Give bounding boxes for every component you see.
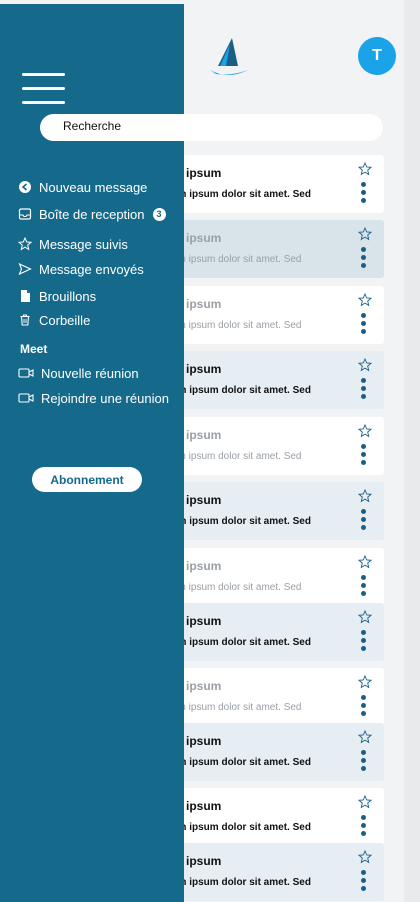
menu-item-trash[interactable]: Corbeille bbox=[18, 310, 90, 330]
mail-row[interactable]: m ipsum em ipsum dolor sit amet. Sed bbox=[165, 603, 384, 661]
avatar[interactable]: T bbox=[358, 37, 396, 75]
mail-preview: em ipsum dolor sit amet. Sed bbox=[172, 320, 302, 331]
mail-preview: em ipsum dolor sit amet. Sed bbox=[172, 877, 311, 888]
more-options-icon[interactable] bbox=[361, 750, 367, 772]
mail-preview: em ipsum dolor sit amet. Sed bbox=[172, 822, 311, 833]
more-options-icon[interactable] bbox=[361, 695, 367, 717]
plus-circle-icon bbox=[18, 180, 32, 194]
subscribe-button[interactable]: Abonnement bbox=[32, 467, 142, 492]
mail-row[interactable]: m ipsum em ipsum dolor sit amet. Sed bbox=[165, 723, 384, 781]
star-icon[interactable] bbox=[358, 850, 372, 864]
more-options-icon[interactable] bbox=[361, 182, 367, 204]
send-icon bbox=[18, 262, 32, 276]
sailboat-logo-icon bbox=[210, 38, 248, 75]
menu-item-starred[interactable]: Message suivis bbox=[18, 234, 128, 254]
mail-preview: em ipsum dolor sit amet. Sed bbox=[172, 702, 302, 713]
star-outline-icon bbox=[18, 237, 32, 251]
scrollbar[interactable] bbox=[404, 0, 420, 902]
section-label-meet: Meet bbox=[20, 342, 48, 356]
mail-row[interactable]: m ipsum em ipsum dolor sit amet. Sed bbox=[165, 668, 384, 726]
star-icon[interactable] bbox=[358, 293, 372, 307]
mail-preview: em ipsum dolor sit amet. Sed bbox=[172, 451, 302, 462]
star-icon[interactable] bbox=[358, 358, 372, 372]
more-options-icon[interactable] bbox=[361, 509, 367, 531]
navigation-drawer bbox=[0, 4, 184, 902]
menu-item-label: Rejoindre une réunion bbox=[41, 390, 169, 406]
star-icon[interactable] bbox=[358, 610, 372, 624]
more-options-icon[interactable] bbox=[361, 378, 367, 400]
mail-preview: em ipsum dolor sit amet. Sed bbox=[172, 582, 302, 593]
menu-item-join-meeting[interactable]: Rejoindre une réunion bbox=[18, 388, 169, 408]
more-options-icon[interactable] bbox=[361, 630, 367, 652]
unread-count-badge: 3 bbox=[152, 207, 166, 221]
more-options-icon[interactable] bbox=[361, 313, 367, 335]
star-icon[interactable] bbox=[358, 162, 372, 176]
mail-preview: em ipsum dolor sit amet. Sed bbox=[172, 254, 302, 265]
hamburger-menu-icon[interactable] bbox=[22, 73, 66, 107]
star-icon[interactable] bbox=[358, 555, 372, 569]
menu-item-label: Brouillons bbox=[39, 288, 97, 304]
menu-item-label: Nouveau message bbox=[39, 179, 148, 195]
trash-icon bbox=[18, 313, 32, 327]
star-icon[interactable] bbox=[358, 424, 372, 438]
menu-item-label: Boîte de reception bbox=[39, 206, 145, 222]
mail-preview: em ipsum dolor sit amet. Sed bbox=[172, 385, 311, 396]
more-options-icon[interactable] bbox=[361, 575, 367, 597]
menu-item-new-message[interactable]: Nouveau message bbox=[18, 177, 147, 197]
star-icon[interactable] bbox=[358, 795, 372, 809]
menu-item-drafts[interactable]: Brouillons bbox=[18, 286, 96, 306]
mail-row[interactable]: m ipsum em ipsum dolor sit amet. Sed bbox=[165, 417, 384, 475]
menu-item-label: Nouvelle réunion bbox=[41, 365, 139, 381]
mail-preview: em ipsum dolor sit amet. Sed bbox=[172, 189, 311, 200]
star-icon[interactable] bbox=[358, 730, 372, 744]
mail-row[interactable]: m ipsum em ipsum dolor sit amet. Sed bbox=[165, 788, 384, 846]
mail-row[interactable]: m ipsum em ipsum dolor sit amet. Sed bbox=[165, 220, 384, 278]
menu-item-label: Corbeille bbox=[39, 312, 91, 328]
draft-icon bbox=[18, 289, 32, 303]
more-options-icon[interactable] bbox=[361, 247, 367, 269]
menu-item-sent[interactable]: Message envoyés bbox=[18, 259, 144, 279]
star-icon[interactable] bbox=[358, 675, 372, 689]
inbox-icon bbox=[18, 207, 32, 221]
mail-preview: em ipsum dolor sit amet. Sed bbox=[172, 637, 311, 648]
mail-row[interactable]: m ipsum em ipsum dolor sit amet. Sed bbox=[165, 548, 384, 606]
more-options-icon[interactable] bbox=[361, 815, 367, 837]
menu-item-label: Message suivis bbox=[39, 236, 128, 252]
mail-preview: em ipsum dolor sit amet. Sed bbox=[172, 516, 311, 527]
more-options-icon[interactable] bbox=[361, 444, 367, 466]
mail-preview: em ipsum dolor sit amet. Sed bbox=[172, 757, 311, 768]
star-icon[interactable] bbox=[358, 227, 372, 241]
more-options-icon[interactable] bbox=[361, 870, 367, 892]
menu-item-new-meeting[interactable]: Nouvelle réunion bbox=[18, 363, 139, 383]
search-placeholder: Recherche bbox=[63, 119, 122, 133]
mail-row[interactable]: m ipsum em ipsum dolor sit amet. Sed bbox=[165, 843, 384, 901]
mail-row[interactable]: m ipsum em ipsum dolor sit amet. Sed bbox=[165, 351, 384, 409]
video-camera-icon bbox=[18, 366, 34, 380]
menu-item-inbox[interactable]: Boîte de reception 3 bbox=[18, 204, 166, 224]
star-icon[interactable] bbox=[358, 489, 372, 503]
mail-row[interactable]: m ipsum em ipsum dolor sit amet. Sed bbox=[165, 286, 384, 344]
video-camera-icon bbox=[18, 391, 34, 405]
mail-row[interactable]: m ipsum em ipsum dolor sit amet. Sed bbox=[165, 155, 384, 213]
mail-row[interactable]: m ipsum em ipsum dolor sit amet. Sed bbox=[165, 482, 384, 540]
menu-item-label: Message envoyés bbox=[39, 261, 144, 277]
